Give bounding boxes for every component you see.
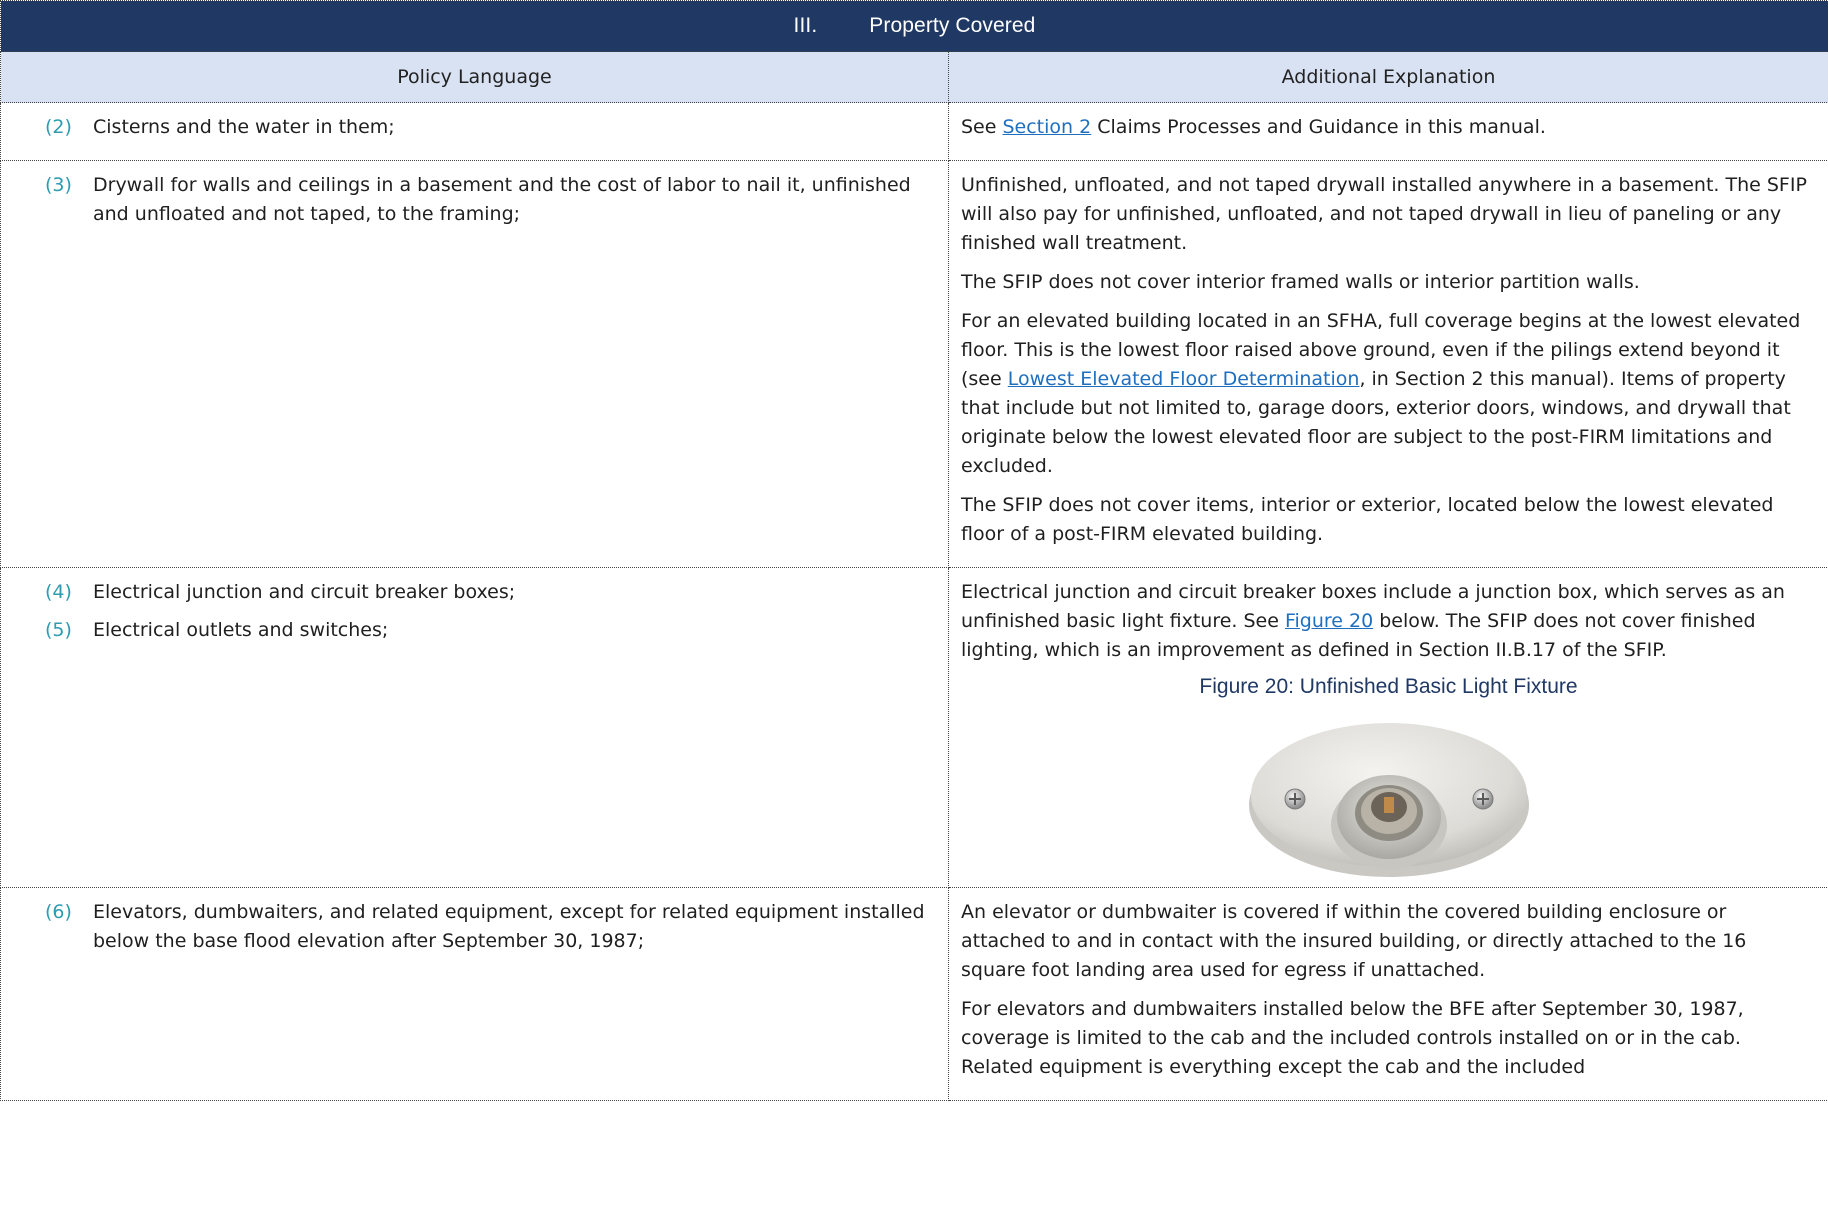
section-title-row: III. Property Covered — [0, 0, 1828, 52]
item-text: Electrical junction and circuit breaker … — [93, 581, 516, 603]
item-marker: (4) — [45, 581, 72, 603]
policy-language-cell: (4) Electrical junction and circuit brea… — [0, 567, 949, 888]
column-header-row: Policy Language Additional Explanation — [0, 51, 1828, 103]
table-row: (3) Drywall for walls and ceilings in a … — [0, 160, 1828, 568]
figure-caption: Figure 20: Unfinished Basic Light Fixtur… — [1199, 675, 1578, 698]
policy-language-cell: (6) Elevators, dumbwaiters, and related … — [0, 887, 949, 1101]
table-row: (2) Cisterns and the water in them; See … — [0, 102, 1828, 161]
section-title: III. Property Covered — [0, 0, 1828, 52]
table-row: (4) Electrical junction and circuit brea… — [0, 567, 1828, 888]
explanation-cell: Electrical junction and circuit breaker … — [948, 567, 1828, 888]
column-header-additional-explanation: Additional Explanation — [948, 51, 1828, 103]
item-marker: (2) — [45, 116, 72, 138]
item-text: Drywall for walls and ceilings in a base… — [93, 174, 911, 225]
text-run: Claims Processes and Guidance in this ma… — [1091, 116, 1546, 138]
policy-item: (2) Cisterns and the water in them; — [45, 113, 938, 142]
explanation-paragraph: See Section 2 Claims Processes and Guida… — [961, 113, 1816, 142]
section-number: III. — [793, 14, 818, 37]
section-2-link[interactable]: Section 2 — [1002, 116, 1091, 138]
explanation-paragraph: Unfinished, unfloated, and not taped dry… — [961, 174, 1807, 254]
policy-item: (5) Electrical outlets and switches; — [45, 616, 938, 645]
explanation-paragraph: An elevator or dumbwaiter is covered if … — [961, 901, 1747, 981]
explanation-cell: Unfinished, unfloated, and not taped dry… — [948, 160, 1828, 568]
table-row: (6) Elevators, dumbwaiters, and related … — [0, 887, 1828, 1101]
policy-language-cell: (3) Drywall for walls and ceilings in a … — [0, 160, 949, 568]
policy-item: (4) Electrical junction and circuit brea… — [45, 578, 938, 607]
column-header-policy-language: Policy Language — [0, 51, 949, 103]
policy-item: (3) Drywall for walls and ceilings in a … — [45, 171, 938, 229]
text-run: See — [961, 116, 1003, 138]
explanation-paragraph: For elevators and dumbwaiters installed … — [961, 998, 1744, 1078]
property-covered-table-page: III. Property Covered Policy Language Add… — [0, 0, 1828, 1101]
lowest-elevated-floor-link[interactable]: Lowest Elevated Floor Determination — [1008, 368, 1360, 390]
figure-container — [961, 707, 1816, 879]
explanation-cell: See Section 2 Claims Processes and Guida… — [948, 102, 1828, 161]
light-fixture-image — [1248, 723, 1529, 877]
explanation-paragraph: The SFIP does not cover items, interior … — [961, 494, 1774, 545]
item-marker: (6) — [45, 901, 72, 923]
item-marker: (3) — [45, 174, 72, 196]
explanation-paragraph: Electrical junction and circuit breaker … — [961, 578, 1816, 665]
policy-item: (6) Elevators, dumbwaiters, and related … — [45, 898, 938, 956]
explanation-paragraph: The SFIP does not cover interior framed … — [961, 271, 1640, 293]
item-text: Elevators, dumbwaiters, and related equi… — [93, 901, 925, 952]
item-text: Electrical outlets and switches; — [93, 619, 389, 641]
property-covered-table: III. Property Covered Policy Language Add… — [0, 0, 1828, 1101]
policy-language-cell: (2) Cisterns and the water in them; — [0, 102, 949, 161]
item-marker: (5) — [45, 619, 72, 641]
section-title-text: Property Covered — [869, 14, 1036, 37]
item-text: Cisterns and the water in them; — [93, 116, 395, 138]
explanation-paragraph: For an elevated building located in an S… — [961, 307, 1816, 481]
explanation-cell: An elevator or dumbwaiter is covered if … — [948, 887, 1828, 1101]
figure-20-link[interactable]: Figure 20 — [1285, 610, 1373, 632]
